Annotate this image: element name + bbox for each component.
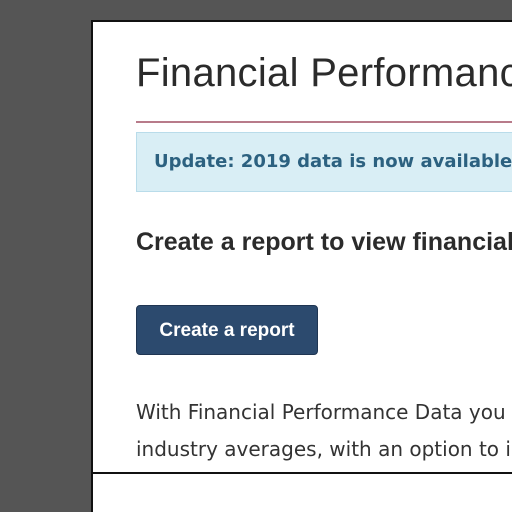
description-line: With Financial Performance Data you bbox=[136, 400, 506, 424]
update-alert: Update: 2019 data is now available. bbox=[136, 132, 512, 192]
page: Financial Performance Update: 2019 data … bbox=[0, 0, 512, 512]
create-report-button[interactable]: Create a report bbox=[136, 305, 318, 355]
create-report-heading: Create a report to view financial bbox=[136, 228, 512, 256]
update-alert-text: Update: 2019 data is now available. bbox=[154, 151, 512, 172]
content-card: Financial Performance Update: 2019 data … bbox=[91, 20, 512, 486]
next-card bbox=[91, 472, 512, 512]
title-divider bbox=[136, 121, 512, 123]
description-line: industry averages, with an option to i bbox=[136, 437, 511, 461]
page-title: Financial Performance bbox=[136, 51, 512, 95]
